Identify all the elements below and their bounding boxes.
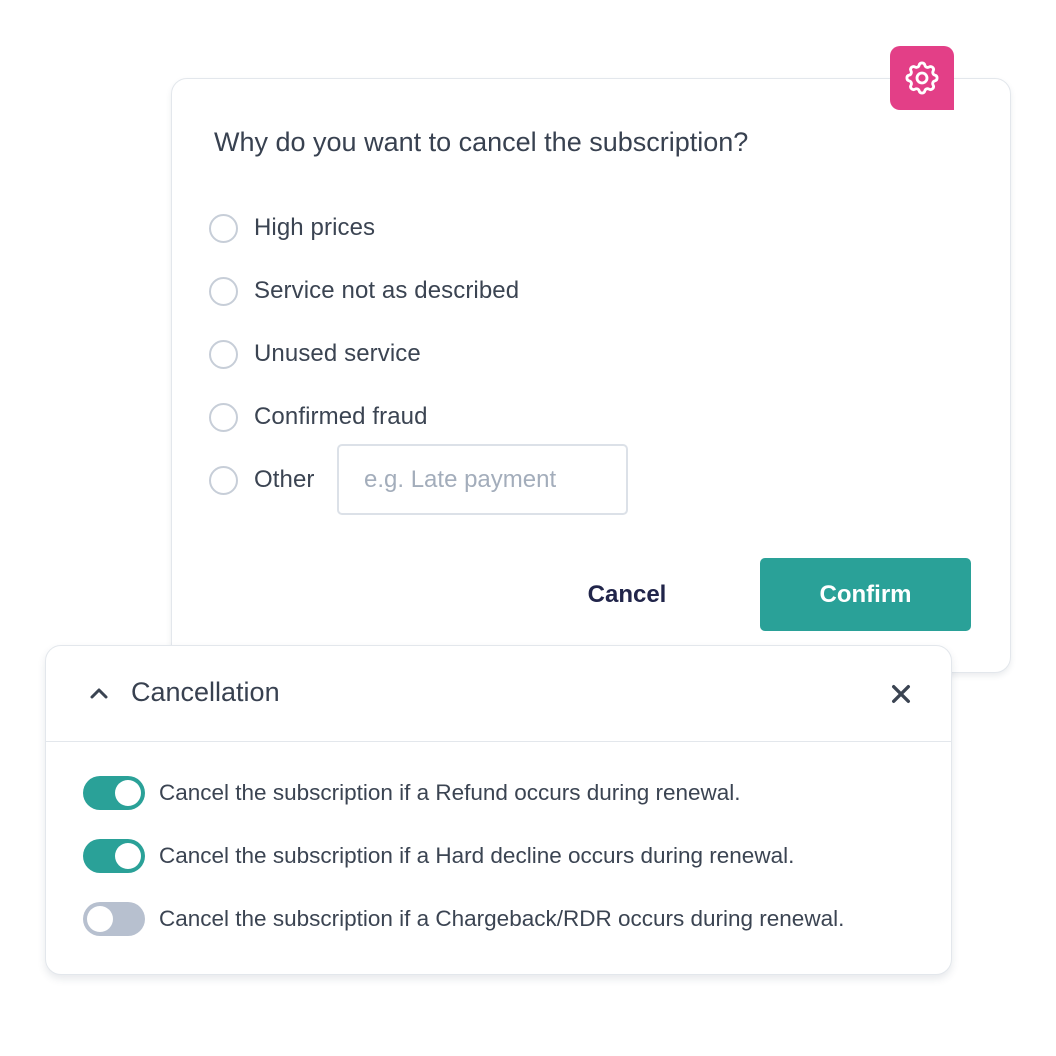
rule-row-chargeback: Cancel the subscription if a Chargeback/…: [83, 902, 844, 936]
cancel-button[interactable]: Cancel: [562, 559, 692, 631]
settings-badge: [890, 46, 954, 110]
reason-label: Service not as described: [254, 277, 520, 304]
reason-label: High prices: [254, 214, 376, 241]
reason-label: Confirmed fraud: [254, 403, 428, 430]
toggle-switch[interactable]: [83, 776, 145, 810]
reason-label: Unused service: [254, 340, 421, 367]
reason-label: Other: [254, 466, 315, 493]
radio-button[interactable]: [209, 213, 238, 243]
collapse-button[interactable]: [82, 676, 116, 710]
reason-option-high-prices[interactable]: High prices: [209, 211, 375, 245]
close-button[interactable]: [884, 677, 918, 711]
close-icon: [892, 685, 910, 703]
panel-header: Cancellation: [46, 646, 951, 742]
rule-row-hard-decline: Cancel the subscription if a Hard declin…: [83, 839, 794, 873]
toggle-switch[interactable]: [83, 902, 145, 936]
cancellation-panel: Cancellation Cancel the subscription if …: [45, 645, 952, 975]
toggle-switch[interactable]: [83, 839, 145, 873]
reason-option-service-not-as-described[interactable]: Service not as described: [209, 274, 519, 308]
radio-button[interactable]: [209, 402, 238, 432]
rule-label: Cancel the subscription if a Hard declin…: [159, 843, 795, 868]
toggle-knob: [115, 780, 141, 806]
panel-title: Cancellation: [131, 677, 280, 707]
radio-button[interactable]: [209, 339, 238, 369]
chevron-up-icon: [90, 688, 108, 699]
toggle-knob: [87, 906, 113, 932]
radio-button[interactable]: [209, 276, 238, 306]
toggle-knob: [115, 843, 141, 869]
reason-option-unused-service[interactable]: Unused service: [209, 337, 421, 371]
rule-label: Cancel the subscription if a Chargeback/…: [159, 906, 845, 931]
gear-icon: [905, 61, 939, 95]
confirm-button[interactable]: Confirm: [760, 558, 971, 631]
other-reason-input[interactable]: [337, 444, 628, 515]
reason-option-confirmed-fraud[interactable]: Confirmed fraud: [209, 400, 428, 434]
radio-button[interactable]: [209, 465, 238, 495]
rule-row-refund: Cancel the subscription if a Refund occu…: [83, 776, 741, 810]
stage: Why do you want to cancel the subscripti…: [0, 0, 1056, 1056]
reason-option-other[interactable]: Other: [209, 463, 315, 497]
dialog-title: Why do you want to cancel the subscripti…: [214, 127, 749, 157]
cancel-reason-dialog: Why do you want to cancel the subscripti…: [171, 78, 1011, 673]
rule-label: Cancel the subscription if a Refund occu…: [159, 780, 741, 805]
